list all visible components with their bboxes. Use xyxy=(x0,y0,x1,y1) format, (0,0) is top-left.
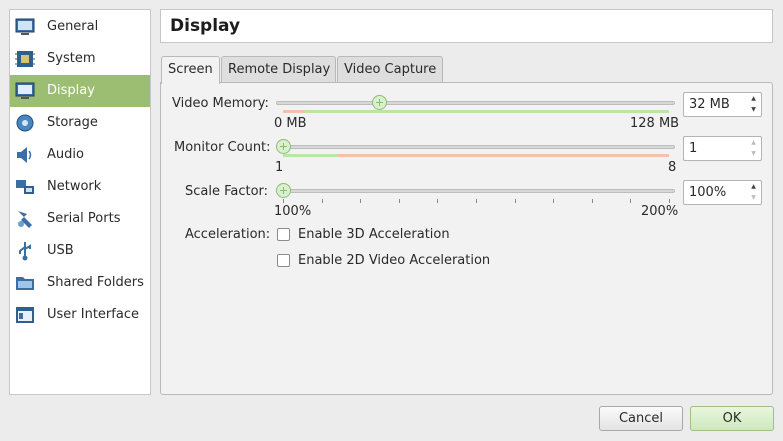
monitor-count-min-label: 1 xyxy=(275,160,284,175)
video-memory-min-label: 0 MB xyxy=(274,116,307,131)
chip-icon xyxy=(15,51,35,67)
tab-screen[interactable]: Screen xyxy=(161,56,220,84)
enable-3d-acceleration-checkbox[interactable] xyxy=(277,228,290,241)
sidebar-item-label: User Interface xyxy=(47,307,139,322)
scale-factor-min-label: 100% xyxy=(274,204,312,219)
enable-3d-acceleration-label[interactable]: Enable 3D Acceleration xyxy=(298,227,450,242)
sidebar-item-system[interactable]: System xyxy=(10,43,150,75)
page-title: Display xyxy=(170,16,241,36)
settings-sidebar: General System Display Storage Audio Net… xyxy=(9,9,151,395)
sidebar-item-usb[interactable]: USB xyxy=(10,235,150,267)
scale-factor-tick xyxy=(360,199,362,203)
tab-video-capture[interactable]: Video Capture xyxy=(337,56,443,83)
scale-factor-tick xyxy=(669,199,670,203)
disk-icon xyxy=(16,114,34,132)
network-icon xyxy=(16,180,34,194)
page-title-box: Display xyxy=(160,9,773,43)
sidebar-item-audio[interactable]: Audio xyxy=(10,139,150,171)
monitor-count-warn-range xyxy=(338,154,669,157)
sidebar-item-label: Shared Folders xyxy=(47,275,144,290)
monitor-count-spinbox[interactable]: 1 ▲ ▼ xyxy=(683,136,762,161)
sidebar-item-label: Display xyxy=(47,83,95,98)
sidebar-item-storage[interactable]: Storage xyxy=(10,107,150,139)
sidebar-item-label: USB xyxy=(47,243,74,258)
monitor-icon xyxy=(15,18,35,35)
sidebar-item-label: Audio xyxy=(47,147,84,162)
window-icon xyxy=(16,307,34,323)
sidebar-item-display[interactable]: Display xyxy=(10,75,150,107)
scale-factor-max-label: 200% xyxy=(641,204,679,219)
display-icon xyxy=(15,82,35,99)
monitor-count-ok-range xyxy=(283,154,338,157)
scale-factor-value: 100% xyxy=(689,185,727,200)
acceleration-label: Acceleration: xyxy=(185,227,271,242)
sidebar-item-label: Serial Ports xyxy=(47,211,121,226)
video-memory-spinbox[interactable]: 32 MB ▲ ▼ xyxy=(683,92,762,117)
serial-port-icon xyxy=(18,211,32,228)
sidebar-item-network[interactable]: Network xyxy=(10,171,150,203)
scale-factor-tick xyxy=(553,199,555,203)
scale-factor-tick xyxy=(283,199,284,203)
sidebar-item-label: Network xyxy=(47,179,102,194)
scale-factor-spinbox[interactable]: 100% ▲ ▼ xyxy=(683,180,762,205)
scale-factor-tick xyxy=(630,199,632,203)
scale-factor-label: Scale Factor: xyxy=(185,184,269,199)
tab-remote-display[interactable]: Remote Display xyxy=(221,56,336,83)
video-memory-slider-handle[interactable] xyxy=(372,95,387,110)
video-memory-max-label: 128 MB xyxy=(630,116,680,131)
video-memory-label: Video Memory: xyxy=(172,96,269,111)
sidebar-item-label: General xyxy=(47,19,99,34)
video-memory-warn-range xyxy=(283,110,305,113)
scale-factor-tick xyxy=(398,199,400,203)
spin-down-icon[interactable]: ▼ xyxy=(751,194,756,202)
cancel-button[interactable]: Cancel xyxy=(599,406,683,431)
monitor-count-slider[interactable] xyxy=(276,145,675,149)
monitor-count-value: 1 xyxy=(689,141,698,156)
spin-up-icon[interactable]: ▲ xyxy=(751,95,756,103)
speaker-icon xyxy=(17,147,32,163)
scale-factor-slider[interactable] xyxy=(276,189,675,193)
video-memory-ok-range xyxy=(305,110,669,113)
enable-2d-acceleration-checkbox[interactable] xyxy=(277,254,290,267)
scale-factor-tick xyxy=(514,199,516,203)
enable-2d-acceleration-label[interactable]: Enable 2D Video Acceleration xyxy=(298,253,490,268)
usb-icon xyxy=(19,242,31,261)
sidebar-item-shared-folders[interactable]: Shared Folders xyxy=(10,267,150,299)
sidebar-item-general[interactable]: General xyxy=(10,11,150,43)
folder-icon xyxy=(16,277,34,290)
scale-factor-tick xyxy=(476,199,477,203)
scale-factor-slider-handle[interactable] xyxy=(276,183,291,198)
sidebar-item-serial-ports[interactable]: Serial Ports xyxy=(10,203,150,235)
video-memory-slider[interactable] xyxy=(276,101,675,105)
monitor-count-max-label: 8 xyxy=(668,160,677,175)
spin-up-icon[interactable]: ▲ xyxy=(751,139,756,147)
scale-factor-tick xyxy=(321,199,323,203)
spin-down-icon[interactable]: ▼ xyxy=(751,106,756,114)
spin-down-icon[interactable]: ▼ xyxy=(751,150,756,158)
sidebar-item-label: Storage xyxy=(47,115,98,130)
spin-up-icon[interactable]: ▲ xyxy=(751,183,756,191)
scale-factor-tick xyxy=(591,199,593,203)
ok-button[interactable]: OK xyxy=(690,406,774,431)
monitor-count-slider-handle[interactable] xyxy=(276,139,291,154)
sidebar-item-user-interface[interactable]: User Interface xyxy=(10,299,150,331)
monitor-count-label: Monitor Count: xyxy=(174,140,271,155)
scale-factor-tick xyxy=(437,199,439,203)
video-memory-value: 32 MB xyxy=(689,97,730,112)
sidebar-item-label: System xyxy=(47,51,96,66)
